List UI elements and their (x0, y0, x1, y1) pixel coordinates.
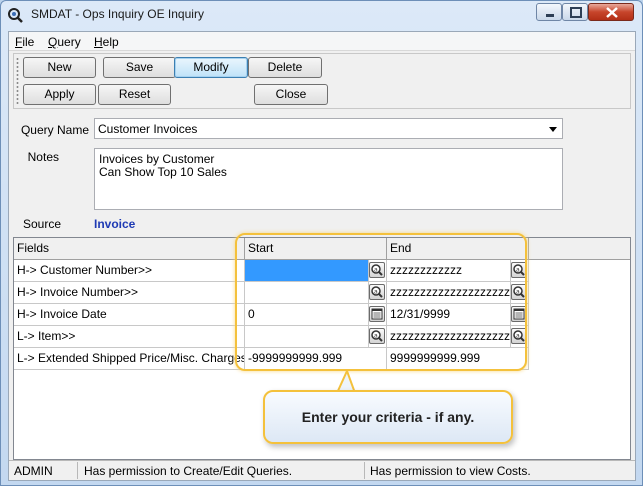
close-button[interactable]: Close (254, 84, 328, 105)
column-header-blank (529, 238, 630, 260)
status-query-permission: Has permission to Create/Edit Queries. (84, 464, 293, 478)
window-title: SMDAT - Ops Inquiry OE Inquiry (31, 7, 204, 21)
menu-query[interactable]: Query (48, 35, 81, 49)
delete-button[interactable]: Delete (248, 57, 322, 78)
criteria-highlight (235, 233, 527, 371)
status-divider (364, 462, 365, 479)
notes-textarea[interactable]: Invoices by Customer Can Show Top 10 Sal… (94, 148, 563, 210)
query-name-select[interactable]: Customer Invoices (94, 118, 563, 139)
save-button[interactable]: Save (103, 57, 176, 78)
new-button[interactable]: New (23, 57, 96, 78)
field-cell: H-> Customer Number>> (14, 260, 245, 282)
menu-help[interactable]: Help (94, 35, 119, 49)
apply-button[interactable]: Apply (23, 84, 96, 105)
criteria-callout: Enter your criteria - if any. (263, 390, 513, 444)
source-label: Source (22, 217, 61, 231)
minimize-icon (546, 14, 554, 17)
toolbar: New Save Modify Delete Apply Reset Close (13, 53, 631, 109)
status-bar: ADMIN Has permission to Create/Edit Quer… (9, 460, 635, 480)
field-cell: H-> Invoice Date (14, 304, 245, 326)
close-window-button[interactable] (588, 3, 634, 21)
status-user: ADMIN (14, 464, 53, 478)
close-icon (606, 7, 618, 18)
column-header-fields[interactable]: Fields (14, 238, 245, 260)
field-cell: L-> Item>> (14, 326, 245, 348)
minimize-button[interactable] (536, 3, 562, 21)
field-cell: L-> Extended Shipped Price/Misc. Charges… (14, 348, 245, 370)
notes-label: Notes (27, 150, 59, 164)
reset-button[interactable]: Reset (98, 84, 171, 105)
field-cell: H-> Invoice Number>> (14, 282, 245, 304)
menu-file[interactable]: File (15, 35, 34, 49)
query-name-label: Query Name (20, 123, 89, 137)
toolbar-grip[interactable] (16, 57, 19, 105)
query-name-value: Customer Invoices (98, 122, 198, 136)
chevron-down-icon[interactable] (549, 127, 557, 132)
status-divider (77, 462, 78, 479)
maximize-button[interactable] (562, 3, 588, 21)
title-bar[interactable]: SMDAT - Ops Inquiry OE Inquiry (1, 1, 642, 29)
app-window: SMDAT - Ops Inquiry OE Inquiry File Quer… (0, 0, 643, 486)
maximize-icon (570, 7, 582, 18)
status-cost-permission: Has permission to view Costs. (370, 464, 531, 478)
app-icon (8, 8, 23, 23)
menu-bar: File Query Help (9, 32, 635, 51)
modify-button[interactable]: Modify (174, 57, 248, 78)
source-value: Invoice (94, 217, 136, 231)
